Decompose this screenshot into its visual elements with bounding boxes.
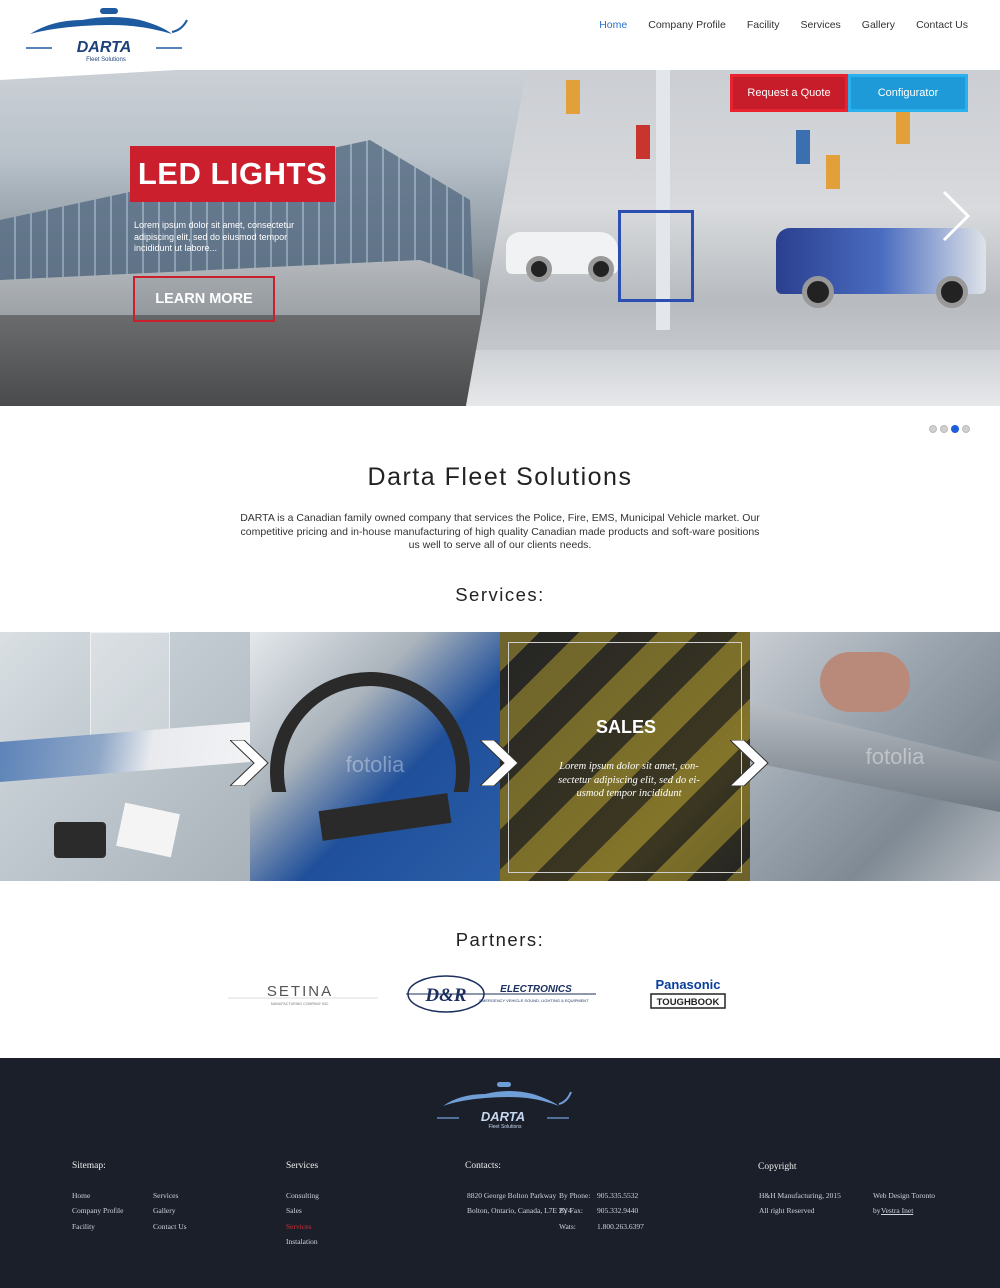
chevron-right-icon: [480, 740, 519, 786]
logo-tagline: Fleet Solutions: [86, 57, 126, 63]
footer-copyright-title: Copyright: [758, 1162, 797, 1172]
nav-contact-us[interactable]: Contact Us: [916, 19, 968, 31]
header: DARTA Fleet Solutions Home Company Profi…: [0, 0, 1000, 70]
chevron-right-icon[interactable]: [938, 188, 972, 244]
services-title: Services:: [455, 584, 545, 605]
service-installation-tile[interactable]: fotolia: [250, 632, 500, 881]
setina-logo[interactable]: SETINA MANUFACTURING COMPANY INC.: [228, 972, 378, 1016]
hanging-banner: [896, 110, 910, 144]
slider-dot-active[interactable]: [951, 425, 959, 433]
nav-services[interactable]: Services: [801, 19, 841, 31]
car-wheel: [802, 276, 834, 308]
dr-electronics-logo[interactable]: D&R ELECTRONICS EMERGENCY VEHICLE SOUND,…: [406, 972, 596, 1016]
hanging-banner: [566, 80, 580, 114]
parking-lot: [0, 315, 500, 406]
footer-logo-name: DARTA: [481, 1109, 525, 1124]
footer-link-company-profile[interactable]: Company Profile: [72, 1206, 123, 1215]
nav-gallery[interactable]: Gallery: [862, 19, 895, 31]
car-wheel: [936, 276, 968, 308]
footer-link-facility[interactable]: Facility: [72, 1222, 95, 1231]
equipment-rack: [618, 210, 694, 302]
footer-link-gallery[interactable]: Gallery: [153, 1206, 176, 1215]
dr-name: ELECTRONICS: [500, 984, 572, 995]
setina-name: SETINA: [267, 983, 333, 1000]
footer-contacts-title: Contacts:: [465, 1161, 501, 1171]
watermark-text: fotolia: [865, 744, 925, 769]
car-wheel: [588, 256, 614, 282]
car-wheel: [526, 256, 552, 282]
slider-dots: [929, 425, 970, 433]
footer-wats-label: Wats:: [559, 1222, 576, 1231]
notepad: [116, 802, 180, 858]
garage-floor: [466, 350, 1000, 406]
watermark-text: fotolia: [345, 752, 405, 777]
footer-link-contact-us[interactable]: Contact Us: [153, 1222, 187, 1231]
logo-name: DARTA: [77, 39, 132, 56]
footer-service-instalation[interactable]: Instalation: [286, 1237, 318, 1246]
footer-copyright-line1: H&H Manufacturing, 2015: [759, 1191, 841, 1200]
footer-fax-label: By Fax:: [559, 1206, 583, 1215]
toughbook-text: TOUGHBOOK: [657, 997, 720, 1008]
nav-company-profile[interactable]: Company Profile: [648, 19, 726, 31]
chevron-right-icon: [730, 740, 769, 786]
learn-more-button[interactable]: LEARN MORE: [133, 276, 275, 322]
footer-copyright-line2: All right Reserved: [759, 1206, 815, 1215]
partners-title: Partners:: [455, 929, 545, 950]
footer-logo-tagline: Fleet Solutions: [488, 1124, 522, 1130]
sales-overlay: SALES Lorem ipsum dolor sit amet, con-se…: [508, 642, 742, 873]
service-sales-tile[interactable]: SALES Lorem ipsum dolor sit amet, con-se…: [500, 632, 750, 881]
nav-home[interactable]: Home: [599, 19, 627, 31]
dr-sub: EMERGENCY VEHICLE SOUND, LIGHTING & EQUI…: [479, 998, 589, 1003]
footer-address-line2: Bolton, Ontario, Canada, L7E 2Y4: [467, 1206, 572, 1215]
footer-phone-label: By Phone:: [559, 1191, 591, 1200]
darta-logo[interactable]: DARTA Fleet Solutions: [22, 6, 192, 64]
footer-link-home[interactable]: Home: [72, 1191, 90, 1200]
sales-text: Lorem ipsum dolor sit amet, con-sectetur…: [558, 761, 700, 799]
chevron-right-icon: [230, 740, 269, 786]
footer-design-line1: Web Design Toronto: [873, 1191, 936, 1200]
slider-dot[interactable]: [962, 425, 970, 433]
footer-service-sales[interactable]: Sales: [286, 1206, 302, 1215]
footer-phone: 905.335.5532: [597, 1191, 639, 1200]
nav-facility[interactable]: Facility: [747, 19, 780, 31]
service-consulting-tile[interactable]: [0, 632, 250, 881]
hero-slider: LED LIGHTS Lorem ipsum dolor sit amet, c…: [0, 50, 1000, 406]
footer-sitemap-title: Sitemap:: [72, 1161, 106, 1171]
about-text: DARTA is a Canadian family owned company…: [240, 512, 760, 551]
setina-sub: MANUFACTURING COMPANY INC.: [271, 1002, 329, 1006]
main-nav: Home Company Profile Facility Services G…: [578, 19, 968, 31]
footer: DARTA Fleet Solutions Sitemap: Home Comp…: [0, 1058, 1000, 1288]
footer-darta-logo[interactable]: DARTA Fleet Solutions: [435, 1080, 575, 1130]
footer-vestra-link[interactable]: Vestra Inet: [881, 1206, 913, 1215]
document-holder: [90, 632, 170, 742]
configurator-button[interactable]: Configurator: [848, 74, 968, 112]
slide-text: Lorem ipsum dolor sit amet, consectetur …: [134, 220, 295, 253]
laptop: [318, 793, 452, 841]
slider-dot[interactable]: [929, 425, 937, 433]
request-quote-button[interactable]: Request a Quote: [730, 74, 848, 112]
slider-dot[interactable]: [940, 425, 948, 433]
hanging-banner: [636, 125, 650, 159]
footer-design-by: by: [873, 1206, 881, 1215]
panasonic-toughbook-logo[interactable]: Panasonic TOUGHBOOK: [648, 972, 728, 1016]
phone-icon: [54, 822, 106, 858]
hanging-banner: [796, 130, 810, 164]
slide-title: LED LIGHTS: [130, 146, 335, 202]
dr-mark: D&R: [424, 985, 466, 1006]
about-title: Darta Fleet Solutions: [367, 463, 633, 491]
footer-link-services[interactable]: Services: [153, 1191, 178, 1200]
sales-title: SALES: [595, 717, 656, 737]
footer-service-services[interactable]: Services: [286, 1222, 311, 1231]
welder-hand: [820, 652, 910, 712]
footer-fax: 905.332.9440: [597, 1206, 639, 1215]
service-repair-tile[interactable]: fotolia: [750, 632, 1000, 881]
footer-wats: 1.800.263.6397: [597, 1222, 644, 1231]
footer-services-title: Services: [286, 1161, 319, 1171]
hanging-banner: [826, 155, 840, 189]
panasonic-name: Panasonic: [655, 977, 720, 992]
footer-address-line1: 8820 George Bolton Parkway: [467, 1191, 557, 1200]
footer-service-consulting[interactable]: Consulting: [286, 1191, 319, 1200]
